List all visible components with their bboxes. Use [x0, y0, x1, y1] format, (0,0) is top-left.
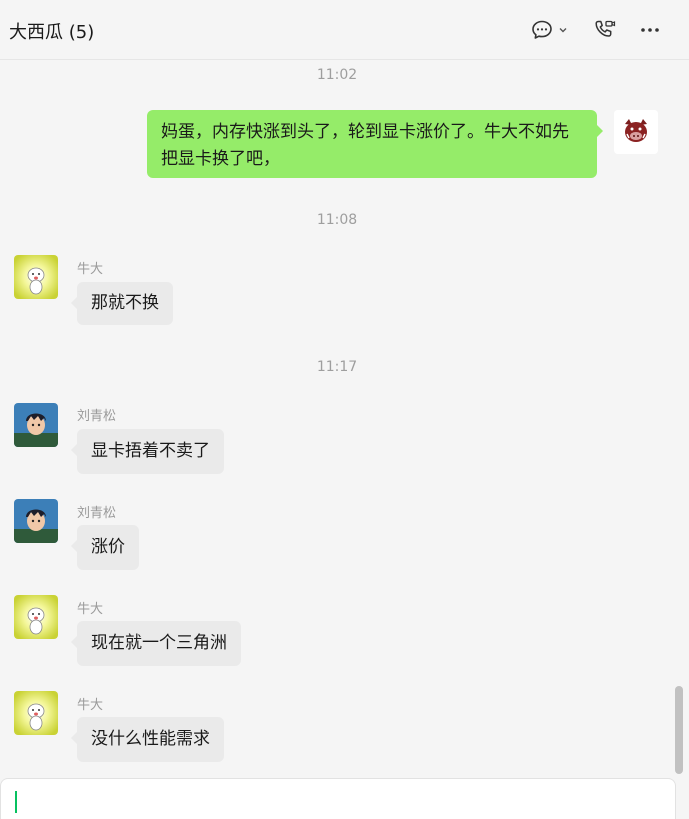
sender-avatar[interactable] [14, 255, 58, 299]
text-caret [15, 791, 17, 813]
message-input[interactable] [0, 778, 676, 819]
message-list[interactable]: 11:02 妈蛋，内存快涨到头了，轮到显卡涨价了。牛大不如先 把显卡换了吧， 1… [0, 60, 689, 778]
timestamp: 11:08 [316, 212, 358, 228]
sender-name: 刘青松 [77, 409, 117, 424]
sender-name: 牛大 [77, 262, 104, 277]
chat-window: 大西瓜 (5) 11:02 妈蛋，内存快涨到头了，轮到显卡涨价了。牛大不如先 把… [0, 0, 689, 819]
chat-header: 大西瓜 (5) [0, 0, 689, 60]
sender-name: 牛大 [77, 698, 104, 713]
timestamp: 11:17 [316, 359, 358, 375]
incoming-message-bubble[interactable]: 涨价 [71, 525, 139, 570]
incoming-message-bubble[interactable]: 显卡捂着不卖了 [71, 429, 224, 474]
sender-avatar[interactable] [14, 499, 58, 543]
chat-options-button[interactable] [530, 16, 568, 44]
sender-avatar[interactable] [14, 691, 58, 735]
outgoing-message-bubble[interactable]: 妈蛋，内存快涨到头了，轮到显卡涨价了。牛大不如先 把显卡换了吧， [147, 110, 603, 178]
chevron-down-icon [558, 25, 568, 35]
scrollbar-thumb[interactable] [675, 686, 683, 774]
more-button[interactable] [638, 16, 662, 44]
chat-bubble-icon [530, 18, 554, 42]
sender-avatar[interactable] [14, 595, 58, 639]
message-text-line: 把显卡换了吧， [161, 149, 280, 169]
message-text-line: 妈蛋，内存快涨到头了，轮到显卡涨价了。牛大不如先 [161, 122, 569, 142]
sender-avatar[interactable] [14, 403, 58, 447]
call-button[interactable] [592, 16, 616, 44]
chat-title: 大西瓜 (5) [9, 22, 95, 43]
incoming-message-bubble[interactable]: 没什么性能需求 [71, 717, 224, 762]
more-dots-icon [638, 18, 662, 42]
incoming-message-bubble[interactable]: 那就不换 [71, 282, 173, 325]
phone-video-icon [592, 18, 616, 42]
sender-name: 牛大 [77, 602, 104, 617]
incoming-message-bubble[interactable]: 现在就一个三角洲 [71, 621, 241, 666]
sender-name: 刘青松 [77, 506, 117, 521]
my-avatar[interactable] [614, 110, 658, 154]
timestamp: 11:02 [316, 67, 358, 83]
